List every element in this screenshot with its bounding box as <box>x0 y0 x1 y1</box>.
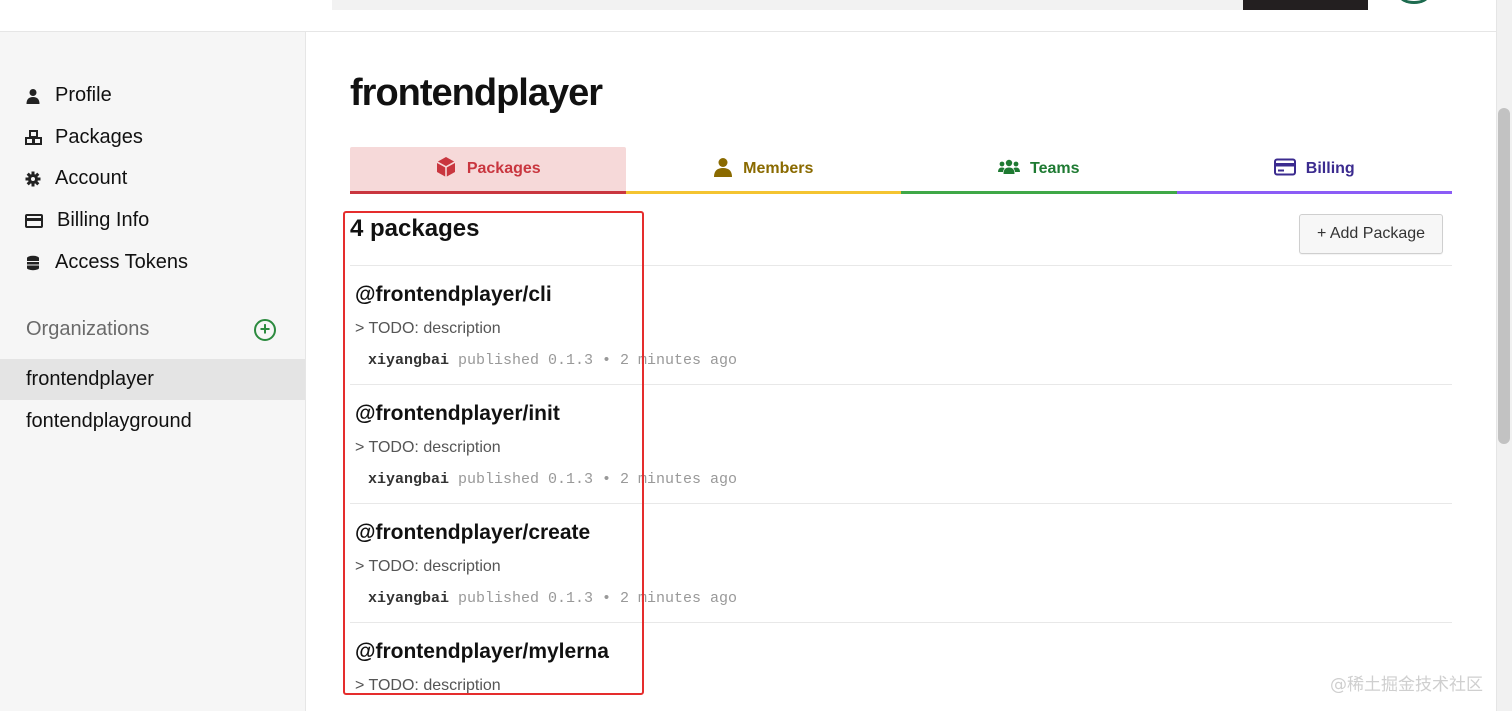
package-meta: xiyangbai published 0.1.3 • 2 minutes ag… <box>368 352 737 369</box>
tab-label: Teams <box>1029 160 1080 177</box>
scrollbar-thumb[interactable] <box>1498 108 1510 444</box>
package-count: 4 packages <box>350 215 480 242</box>
package-list-item: @frontendplayer/cli > TODO: description … <box>350 266 1452 385</box>
package-name-link[interactable]: @frontendplayer/cli <box>355 283 552 307</box>
sidebar-link-label: Packages <box>55 125 143 148</box>
package-description: > TODO: description <box>355 439 501 456</box>
tab-billing[interactable]: Billing <box>1176 147 1452 194</box>
tab-members[interactable]: Members <box>625 147 901 194</box>
main-content: frontendplayer Packages Members Teams Bi… <box>306 32 1496 711</box>
top-navbar <box>0 0 1496 32</box>
sidebar-link-label: Billing Info <box>57 208 150 231</box>
credit-card-icon <box>25 212 43 228</box>
tab-label: Packages <box>466 160 541 177</box>
sidebar: Profile Packages Account Billing Info Ac… <box>0 32 306 711</box>
search-button[interactable] <box>1243 0 1368 10</box>
organizations-heading: Organizations <box>26 318 150 340</box>
package-name-link[interactable]: @frontendplayer/create <box>355 521 590 545</box>
publisher-link[interactable]: xiyangbai <box>368 352 449 369</box>
user-icon <box>713 157 733 182</box>
user-icon <box>25 87 41 104</box>
tab-packages[interactable]: Packages <box>350 147 626 194</box>
add-organization-button[interactable]: + <box>254 319 276 341</box>
sidebar-link-packages[interactable]: Packages <box>25 123 143 151</box>
package-description: > TODO: description <box>355 320 501 337</box>
organization-item-frontendplayer[interactable]: frontendplayer <box>0 359 305 400</box>
box-icon <box>435 156 457 183</box>
publish-info: published 0.1.3 • 2 minutes ago <box>449 352 738 369</box>
publish-info: published 0.1.3 • 2 minutes ago <box>449 590 738 607</box>
organization-item-fontendplayground[interactable]: fontendplayground <box>0 401 305 442</box>
sidebar-link-label: Access Tokens <box>55 250 189 273</box>
package-list-item: @frontendplayer/init > TODO: description… <box>350 385 1452 504</box>
publisher-link[interactable]: xiyangbai <box>368 590 449 607</box>
package-list-item: @frontendplayer/create > TODO: descripti… <box>350 504 1452 623</box>
sidebar-link-billing-info[interactable]: Billing Info <box>25 206 149 234</box>
publish-info: published 0.1.3 • 2 minutes ago <box>449 471 738 488</box>
package-meta: xiyangbai published 0.1.3 • 2 minutes ag… <box>368 471 737 488</box>
avatar[interactable] <box>1399 0 1429 4</box>
package-name-link[interactable]: @frontendplayer/mylerna <box>355 640 609 664</box>
org-tabs: Packages Members Teams Billing <box>350 147 1452 194</box>
tab-teams[interactable]: Teams <box>901 147 1177 194</box>
add-package-button[interactable]: + Add Package <box>1299 214 1443 254</box>
sidebar-link-access-tokens[interactable]: Access Tokens <box>25 248 188 276</box>
package-list-item: @frontendplayer/mylerna > TODO: descript… <box>350 623 1452 711</box>
search-bar[interactable] <box>332 0 1243 10</box>
coins-icon <box>25 254 41 271</box>
package-description: > TODO: description <box>355 558 501 575</box>
tab-label: Members <box>743 160 814 177</box>
publisher-link[interactable]: xiyangbai <box>368 471 449 488</box>
watermark: @稀土掘金技术社区 <box>1330 675 1483 695</box>
package-meta: xiyangbai published 0.1.3 • 2 minutes ag… <box>368 590 737 607</box>
cubes-icon <box>25 129 42 145</box>
sidebar-link-label: Profile <box>55 83 112 106</box>
package-name-link[interactable]: @frontendplayer/init <box>355 402 560 426</box>
sidebar-link-label: Account <box>55 166 128 189</box>
users-icon <box>997 159 1020 180</box>
package-description: > TODO: description <box>355 677 501 694</box>
tab-label: Billing <box>1305 160 1355 177</box>
page-title: frontendplayer <box>350 72 603 114</box>
credit-card-icon <box>1273 158 1296 181</box>
gear-icon <box>25 170 41 187</box>
sidebar-link-profile[interactable]: Profile <box>25 81 112 109</box>
sidebar-link-account[interactable]: Account <box>25 164 127 192</box>
